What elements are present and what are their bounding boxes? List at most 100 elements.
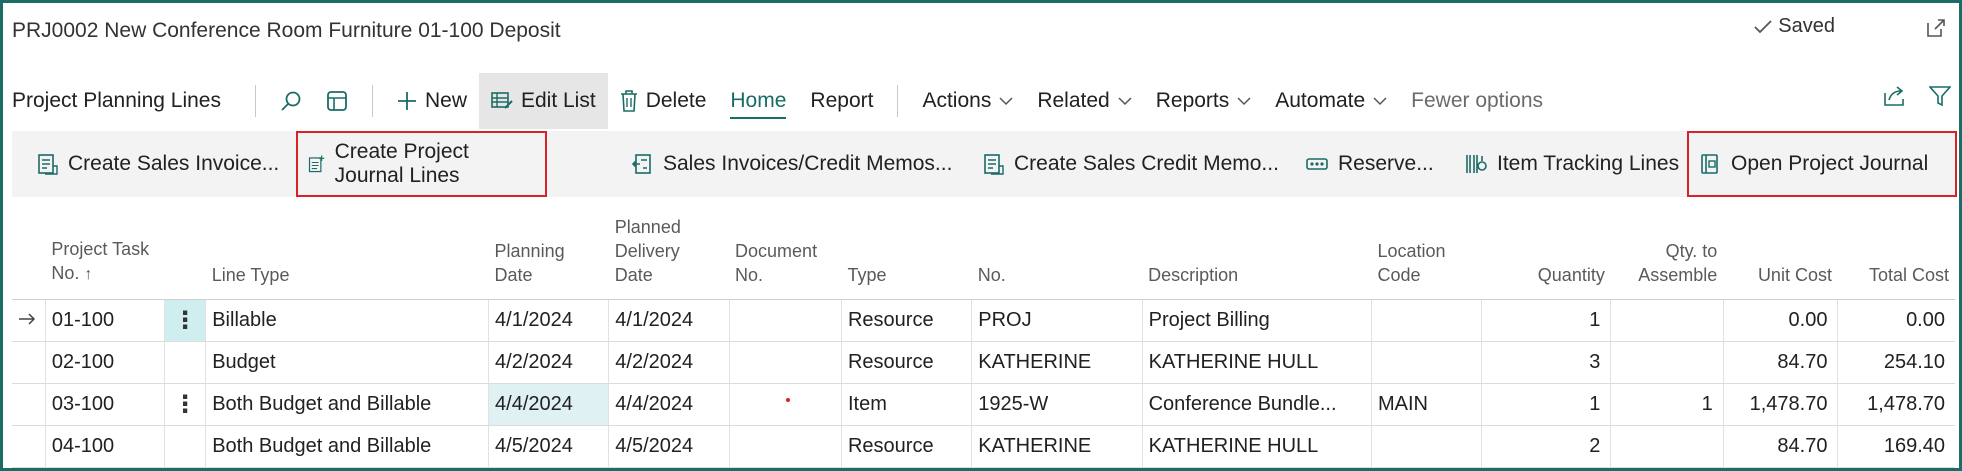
cell-qty-assemble[interactable]: 1	[1610, 383, 1724, 426]
col-planned-delivery-date[interactable]: Planned Delivery Date	[608, 203, 730, 300]
filter-icon[interactable]	[1929, 85, 1951, 107]
reports-menu[interactable]: Reports	[1144, 73, 1264, 129]
create-sales-credit-memo-button[interactable]: Create Sales Credit Memo...	[972, 139, 1289, 189]
cell-quantity[interactable]: 1	[1481, 299, 1611, 342]
cell-document-no[interactable]	[728, 383, 842, 426]
cell-task[interactable]: 04-100	[44, 425, 165, 468]
cell-type[interactable]: Resource	[840, 341, 972, 384]
col-location-code[interactable]: Location Code	[1371, 203, 1482, 300]
row-menu-slot[interactable]	[164, 425, 206, 468]
view-toggle-button[interactable]	[314, 73, 360, 129]
cell-description[interactable]: Project Billing	[1141, 299, 1372, 342]
share-icon[interactable]	[1883, 85, 1907, 107]
cell-no[interactable]: KATHERINE	[971, 425, 1143, 468]
home-label: Home	[730, 89, 787, 112]
cell-task[interactable]: 03-100	[44, 383, 165, 426]
cell-task[interactable]: 02-100	[44, 341, 165, 384]
cell-no[interactable]: PROJ	[971, 299, 1143, 342]
table-row[interactable]: 03-100 ⋮ Both Budget and Billable 4/4/20…	[12, 383, 1955, 426]
actions-menu[interactable]: Actions	[910, 73, 1025, 129]
cell-unit-cost[interactable]: 1,478.70	[1722, 383, 1838, 426]
cell-planning-date[interactable]: 4/1/2024	[488, 299, 609, 342]
cell-location[interactable]	[1370, 341, 1482, 384]
cell-unit-cost[interactable]: 84.70	[1722, 425, 1838, 468]
cell-total-cost[interactable]: 0.00	[1837, 299, 1955, 342]
cell-total-cost[interactable]: 254.10	[1837, 341, 1955, 384]
table-row[interactable]: 02-100 Budget 4/2/2024 4/2/2024 Resource…	[12, 341, 1955, 384]
col-line-type[interactable]: Line Type	[205, 203, 489, 300]
cell-line-type[interactable]: Both Budget and Billable	[205, 383, 489, 426]
cell-description[interactable]: Conference Bundle...	[1141, 383, 1372, 426]
marker-dot	[785, 397, 790, 402]
related-menu[interactable]: Related	[1025, 73, 1143, 129]
open-project-journal-button[interactable]: Open Project Journal	[1687, 131, 1957, 197]
cell-delivery-date[interactable]: 4/5/2024	[608, 425, 730, 468]
item-tracking-lines-button[interactable]: Item Tracking Lines	[1455, 139, 1689, 189]
cell-task[interactable]: 01-100	[44, 299, 165, 342]
cell-planning-date[interactable]: 4/2/2024	[488, 341, 609, 384]
cell-description[interactable]: KATHERINE HULL	[1141, 341, 1372, 384]
row-menu-icon[interactable]: ⋮	[164, 383, 206, 426]
cell-delivery-date[interactable]: 4/1/2024	[608, 299, 730, 342]
cell-type[interactable]: Item	[840, 383, 972, 426]
table-row[interactable]: 01-100 ⋮ Billable 4/1/2024 4/1/2024 Reso…	[12, 299, 1955, 342]
col-type[interactable]: Type	[841, 203, 972, 300]
cell-qty-assemble[interactable]	[1610, 341, 1724, 384]
tab-home[interactable]: Home	[718, 73, 798, 129]
cell-line-type[interactable]: Both Budget and Billable	[205, 425, 489, 468]
cell-description[interactable]: KATHERINE HULL	[1141, 425, 1372, 468]
automate-menu[interactable]: Automate	[1263, 73, 1399, 129]
cell-quantity[interactable]: 2	[1481, 425, 1611, 468]
cell-total-cost[interactable]: 1,478.70	[1837, 383, 1955, 426]
cell-no[interactable]: KATHERINE	[971, 341, 1143, 384]
create-project-journal-lines-button[interactable]: Create Project Journal Lines	[296, 131, 547, 197]
search-button[interactable]	[268, 73, 314, 129]
cell-delivery-date[interactable]: 4/2/2024	[608, 341, 730, 384]
cell-type[interactable]: Resource	[840, 299, 972, 342]
col-quantity[interactable]: Quantity	[1481, 203, 1611, 300]
edit-list-button[interactable]: Edit List	[478, 73, 608, 129]
cell-location[interactable]	[1370, 425, 1482, 468]
sort-arrow-icon: ↑	[84, 265, 93, 283]
row-menu-icon[interactable]: ⋮	[164, 299, 206, 342]
sales-invoices-credit-memos-button[interactable]: Sales Invoices/Credit Memos...	[621, 139, 962, 189]
cell-document-no[interactable]	[728, 341, 842, 384]
cell-total-cost[interactable]: 169.40	[1837, 425, 1955, 468]
cell-type[interactable]: Resource	[840, 425, 972, 468]
col-project-task-no[interactable]: Project Task No. ↑	[45, 203, 206, 300]
table-row[interactable]: 04-100 Both Budget and Billable 4/5/2024…	[12, 425, 1955, 468]
cell-qty-assemble[interactable]	[1610, 425, 1724, 468]
col-planning-date[interactable]: Planning Date	[488, 203, 609, 300]
new-button[interactable]: New	[385, 73, 479, 129]
cell-unit-cost[interactable]: 0.00	[1722, 299, 1838, 342]
reserve-button[interactable]: Reserve...	[1296, 139, 1444, 189]
cell-document-no[interactable]	[728, 299, 842, 342]
check-icon	[1754, 19, 1772, 33]
cell-location[interactable]: MAIN	[1370, 383, 1482, 426]
col-unit-cost[interactable]: Unit Cost	[1723, 203, 1838, 300]
col-description[interactable]: Description	[1142, 203, 1372, 300]
col-qty-to-assemble[interactable]: Qty. to Assemble	[1610, 203, 1724, 300]
create-sales-invoice-button[interactable]: Create Sales Invoice...	[26, 139, 289, 189]
cell-line-type[interactable]: Billable	[205, 299, 489, 342]
cell-line-type[interactable]: Budget	[205, 341, 489, 384]
row-menu-slot[interactable]	[164, 341, 206, 384]
cell-document-no[interactable]	[728, 425, 842, 468]
cell-quantity[interactable]: 1	[1481, 383, 1611, 426]
fewer-options-label: Fewer options	[1411, 89, 1544, 112]
fewer-options-button[interactable]: Fewer options	[1399, 73, 1555, 129]
cell-qty-assemble[interactable]	[1610, 299, 1724, 342]
cell-unit-cost[interactable]: 84.70	[1722, 341, 1838, 384]
delete-button[interactable]: Delete	[608, 73, 719, 129]
cell-planning-date[interactable]: 4/5/2024	[488, 425, 609, 468]
cell-delivery-date[interactable]: 4/4/2024	[608, 383, 730, 426]
popout-icon[interactable]	[1925, 17, 1947, 39]
col-no[interactable]: No.	[971, 203, 1143, 300]
cell-location[interactable]	[1370, 299, 1482, 342]
cell-planning-date[interactable]: 4/4/2024	[488, 383, 609, 426]
cell-no[interactable]: 1925-W	[971, 383, 1143, 426]
col-total-cost[interactable]: Total Cost	[1837, 203, 1955, 300]
col-document-no[interactable]: Document No.	[729, 203, 842, 300]
tab-report[interactable]: Report	[798, 73, 885, 129]
cell-quantity[interactable]: 3	[1481, 341, 1611, 384]
